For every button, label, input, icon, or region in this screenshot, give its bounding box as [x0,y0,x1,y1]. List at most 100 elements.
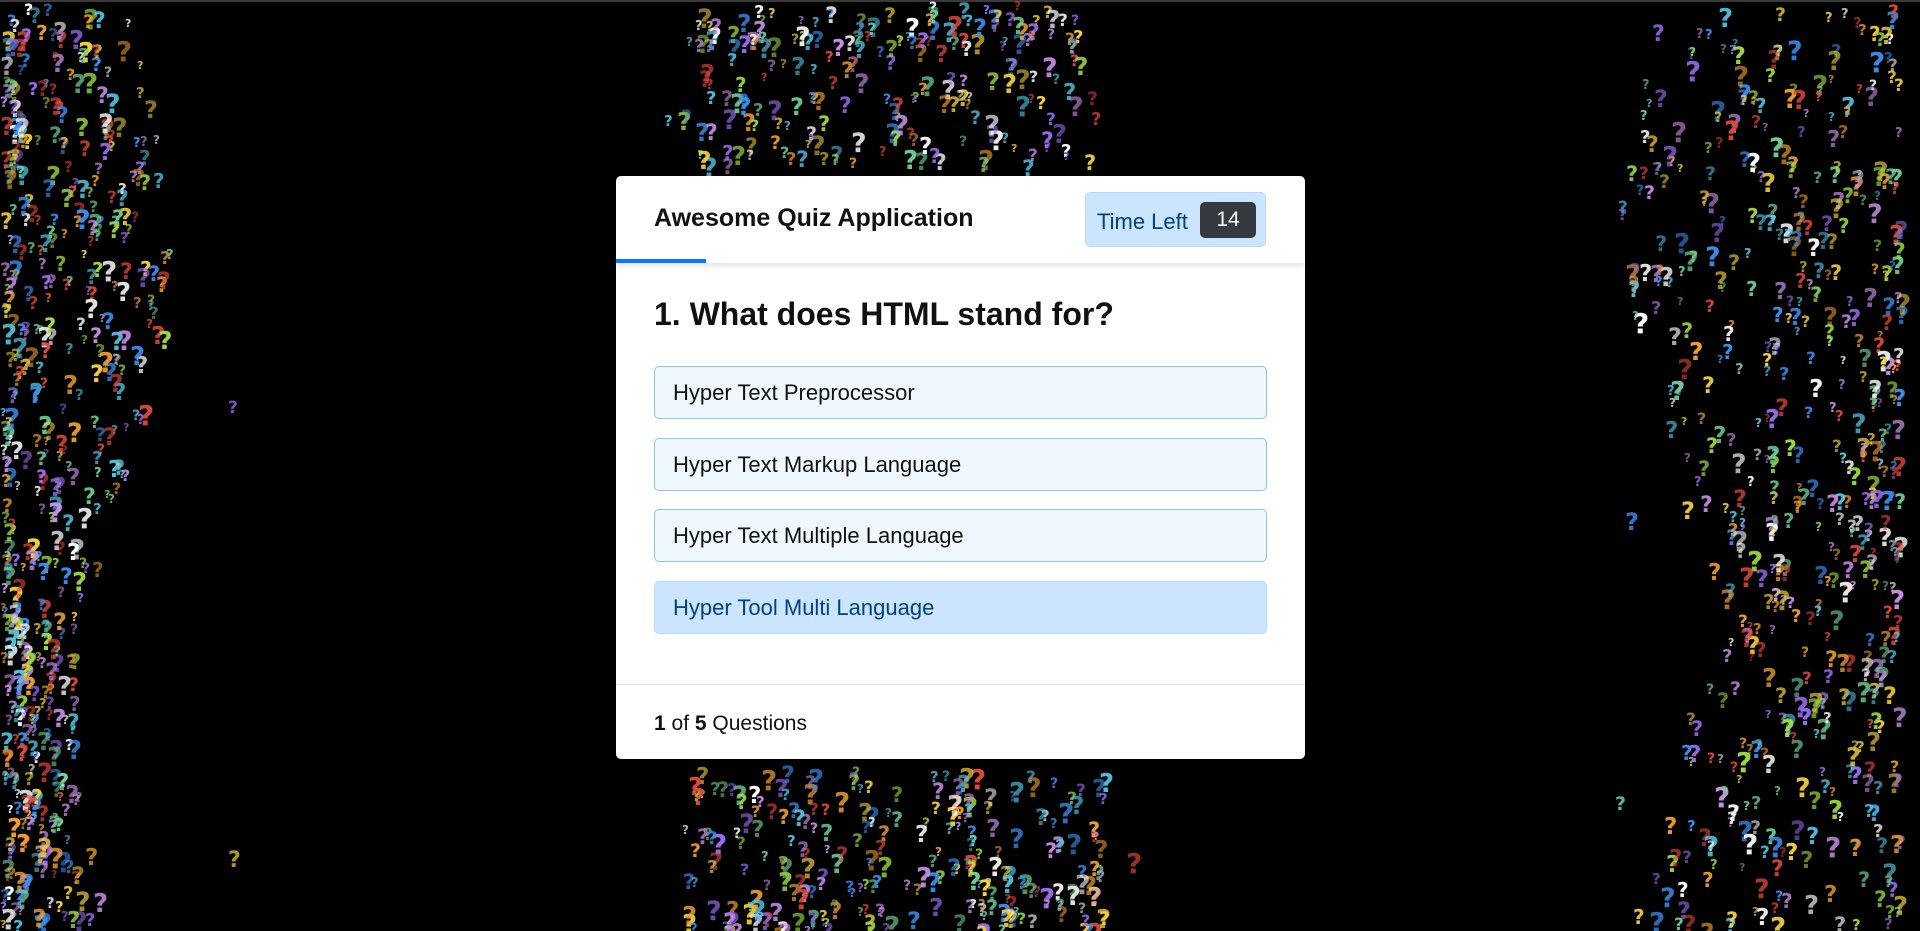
question-mark-glyph: ? [691,876,699,891]
question-mark-glyph: ? [1099,790,1108,808]
option-4[interactable]: Hyper Tool Multi Language [654,581,1267,634]
question-mark-glyph: ? [60,565,73,590]
question-mark-glyph: ? [20,704,29,722]
question-mark-glyph: ? [797,838,810,862]
question-mark-glyph: ? [1757,168,1766,186]
question-mark-glyph: ? [1633,905,1645,929]
question-mark-glyph: ? [95,424,107,446]
question-mark-glyph: ? [808,89,817,107]
question-mark-glyph: ? [42,417,57,446]
question-mark-glyph: ? [1087,88,1099,110]
question-mark-glyph: ? [1002,35,1009,48]
question-mark-glyph: ? [1733,60,1750,93]
question-mark-glyph: ? [94,466,102,481]
question-mark-glyph: ? [1838,378,1846,393]
quiz-header: Awesome Quiz Application Time Left 14 [616,176,1305,263]
question-mark-glyph: ? [17,64,25,79]
question-mark-glyph: ? [1890,460,1898,475]
question-mark-glyph: ? [1894,228,1904,248]
question-mark-glyph: ? [1753,445,1763,464]
question-mark-glyph: ? [1762,750,1777,779]
question-mark-glyph: ? [1800,848,1814,874]
question-mark-glyph: ? [1740,624,1755,653]
question-mark-glyph: ? [63,371,79,401]
question-mark-glyph: ? [1791,606,1802,627]
question-mark-glyph: ? [1731,449,1747,480]
question-mark-glyph: ? [1674,915,1684,931]
question-mark-glyph: ? [21,319,31,339]
counter-of-text: of [671,712,690,735]
question-mark-glyph: ? [1801,312,1811,331]
question-mark-glyph: ? [1725,580,1737,602]
question-mark-glyph: ? [1882,859,1898,890]
question-mark-glyph: ? [1836,649,1851,678]
question-mark-glyph: ? [118,180,127,198]
question-mark-glyph: ? [942,769,951,785]
question-mark-glyph: ? [1671,116,1688,149]
question-mark-glyph: ? [1669,846,1683,872]
option-1[interactable]: Hyper Text Preprocessor [654,366,1267,419]
question-mark-glyph: ? [861,818,871,838]
question-mark-glyph: ? [1785,312,1793,327]
question-mark-glyph: ? [907,32,919,54]
question-mark-glyph: ? [930,768,939,786]
current-question-number: 1 [654,712,666,735]
question-mark-glyph: ? [735,73,747,97]
question-mark-glyph: ? [1828,540,1835,554]
question-mark-glyph: ? [116,35,133,68]
question-mark-glyph: ? [34,134,42,149]
question-mark-glyph: ? [1769,623,1776,637]
question-mark-glyph: ? [986,814,1001,843]
question-mark-glyph: ? [1764,212,1777,237]
question-mark-glyph: ? [53,608,67,636]
question-mark-glyph: ? [14,479,21,493]
option-2[interactable]: Hyper Text Markup Language [654,438,1267,491]
question-mark-glyph: ? [1792,184,1801,202]
question-mark-glyph: ? [829,899,843,925]
question-mark-glyph: ? [1739,861,1746,874]
question-mark-glyph: ? [1681,415,1688,428]
question-mark-glyph: ? [1089,885,1103,911]
question-mark-glyph: ? [1730,678,1742,700]
question-mark-glyph: ? [75,113,90,142]
question-mark-glyph: ? [1871,262,1880,278]
question-mark-glyph: ? [1652,22,1665,47]
question-mark-glyph: ? [808,763,825,796]
option-3[interactable]: Hyper Text Multiple Language [654,509,1267,562]
question-mark-glyph: ? [1815,90,1822,104]
question-mark-glyph: ? [1058,11,1068,31]
question-mark-glyph: ? [10,16,21,37]
question-mark-glyph: ? [148,262,161,286]
question-mark-glyph: ? [104,65,113,81]
question-mark-glyph: ? [790,93,804,121]
question-mark-glyph: ? [91,41,101,60]
question-mark-glyph: ? [1755,638,1767,662]
question-mark-glyph: ? [903,146,919,176]
question-mark-glyph: ? [1838,214,1850,238]
question-mark-glyph: ? [1001,131,1010,147]
question-mark-glyph: ? [8,79,22,107]
question-mark-glyph: ? [1639,164,1649,184]
question-mark-glyph: ? [1665,418,1679,444]
question-mark-glyph: ? [1820,776,1832,798]
question-mark-glyph: ? [1715,134,1724,152]
question-mark-glyph: ? [749,31,758,49]
question-mark-glyph: ? [1824,630,1831,644]
question-mark-glyph: ? [28,293,39,314]
question-mark-glyph: ? [774,774,789,803]
question-mark-glyph: ? [1826,490,1840,518]
question-mark-glyph: ? [1636,183,1645,199]
question-mark-glyph: ? [1705,28,1713,43]
question-mark-glyph: ? [36,466,48,488]
question-mark-glyph: ? [819,149,830,170]
question-mark-glyph: ? [1834,913,1847,931]
question-mark-glyph: ? [15,162,31,192]
question-mark-glyph: ? [1870,485,1885,514]
question-counter: 1 of 5 Questions [654,712,807,736]
question-mark-glyph: ? [737,92,752,121]
question-mark-glyph: ? [1,301,13,323]
question-mark-glyph: ? [1726,430,1737,451]
question-mark-glyph: ? [791,909,807,931]
question-mark-glyph: ? [1769,562,1776,576]
question-mark-glyph: ? [18,741,30,763]
